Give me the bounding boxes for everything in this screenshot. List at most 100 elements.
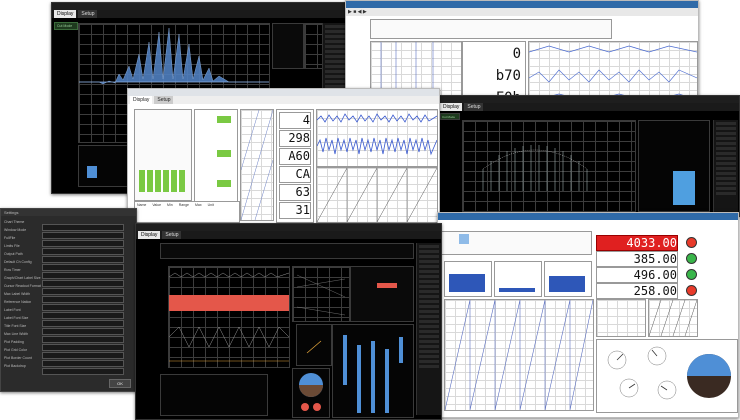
scatter-traces [296,274,346,316]
needle-gauge [296,324,332,366]
meter-4 [385,349,389,413]
title-bar [136,224,441,231]
setting-row[interactable]: Window Mode [4,228,124,239]
setting-row[interactable]: Row Timer [4,268,124,279]
diagonal-chart [240,109,274,221]
col-value: Value [152,203,162,207]
header-strip [370,19,612,39]
digital-readouts: 4 298 A60 CA 63 31 [276,109,314,223]
blue-marker [459,234,469,244]
tab-setup[interactable]: Setup [78,10,98,18]
mode-label: Cut Mode [54,22,78,30]
title-bar [438,96,739,103]
mode-label: Cut Mode [440,113,460,120]
window-center: Display Setup 4 298 A60 CA 63 31 Name Va… [127,88,440,224]
level-bar [673,171,695,205]
diag-traces [240,109,274,221]
tab-setup[interactable]: Setup [154,96,174,104]
meter-1 [343,335,347,385]
setting-row[interactable]: Max Line Width [4,332,124,343]
saw-traces [316,167,438,223]
tab-display[interactable]: Display [130,96,153,104]
setting-row[interactable]: Max Label Width [4,292,124,303]
setting-row[interactable]: Graph/Chart Label Size [4,276,124,287]
setting-row[interactable]: Label Font [4,308,124,319]
setting-row[interactable]: FullFile [4,236,124,247]
top-strip [440,231,592,255]
channel-list[interactable] [713,120,738,214]
tab-setup[interactable]: Setup [464,103,484,111]
control-panel[interactable] [134,109,192,201]
green-button-group[interactable] [139,170,185,192]
sawtooth-chart [316,167,438,223]
readout-6: 31 [279,202,311,219]
window-front: Display Setup [135,223,442,420]
readout-3: 496.00 [596,267,678,283]
saw-traces-br [444,299,594,411]
setting-row[interactable]: Plot Backdrop [4,364,124,375]
readout-3: A60 [279,148,311,165]
setting-row[interactable]: Plot Grid Color [4,348,124,359]
pie [299,373,323,411]
title-bar [346,1,698,8]
setting-row[interactable]: Plot Border Count [4,356,124,367]
value-table [350,266,414,322]
window-bottom-right: 4033.00 385.00 496.00 258.00 [437,212,739,418]
title-bar [438,213,738,220]
readout-4: 258.00 [596,283,678,299]
bottom-table [160,374,268,416]
tab-display[interactable]: Display [54,10,77,18]
tab-setup[interactable]: Setup [162,231,182,239]
setting-row[interactable]: Cursor Readout Format [4,284,124,295]
band-chart [168,266,290,368]
bar-chart-1 [444,261,492,297]
ok-button[interactable]: OK [109,379,131,388]
tab-strip: Display Setup [128,96,439,104]
settings-dialog: Settings Chart Theme Window Mode FullFil… [0,208,137,392]
noise-traces [316,113,438,156]
xy-chart-2 [648,299,698,337]
setting-row[interactable]: Output Path [4,252,124,263]
setting-row[interactable]: Label Font Size [4,316,124,327]
tab-display[interactable]: Display [440,103,463,111]
channel-list[interactable] [416,243,441,415]
toolbar: ▶ ■ ◀ ▶ [346,8,698,16]
bar-chart-2 [494,261,542,297]
readout-1: 4 [279,112,311,129]
setting-row[interactable]: Default Ch Config [4,260,124,271]
dials [607,346,731,400]
readout-4: CA [279,166,311,183]
bar-chart-3 [544,261,592,297]
window-center-right: Display Setup Cut Mode [437,95,740,217]
lamp-2 [686,253,697,264]
tab-strip: Display Setup [438,103,739,111]
xy-traces [648,299,698,337]
needle [306,340,322,354]
col-unit: Unit [207,203,214,207]
red-cell [377,283,397,288]
scatter-chart [292,266,350,322]
lamp-1 [686,237,697,248]
meter-3 [371,341,375,413]
readout-5: 63 [279,184,311,201]
tab-display[interactable]: Display [138,231,161,239]
vertical-meters [332,324,414,418]
indicator-list [194,109,238,207]
play-icon[interactable]: ▶ ■ ◀ ▶ [348,8,367,16]
readout-2: b70 [471,68,521,84]
setting-row[interactable]: Plot Padding [4,340,124,351]
setting-row[interactable]: Reference Nation [4,300,124,311]
title-bar [52,3,349,10]
band-traces [169,272,289,362]
tab-strip: Display Setup [52,10,349,18]
setting-row[interactable]: Limits File [4,244,124,255]
setting-row[interactable]: Title Font Size [4,324,124,335]
lamp-4 [686,285,697,296]
setting-row[interactable]: Chart Theme [4,220,124,231]
side-panel-1 [272,23,304,69]
col-range: Range [178,203,190,207]
tab-strip: Display Setup [136,231,441,239]
dialog-title: Settings [1,209,136,216]
pie-gauge [292,368,330,418]
level-bar [87,166,97,178]
